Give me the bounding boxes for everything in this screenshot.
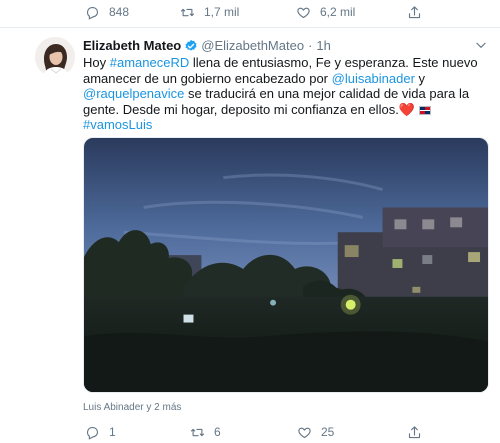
- tweet[interactable]: Elizabeth Mateo @ElizabethMateo · 1h Hoy…: [0, 28, 500, 440]
- hashtag-amanecerd[interactable]: #amaneceRD: [110, 55, 190, 70]
- dominican-flag-emoji: [418, 105, 431, 115]
- share-button[interactable]: [407, 421, 431, 443]
- like-count: 25: [321, 425, 335, 439]
- reply-button[interactable]: 1: [85, 421, 116, 443]
- retweet-icon: [191, 428, 204, 436]
- verified-badge-icon: [185, 39, 197, 51]
- dawn-cityscape-image: [84, 138, 488, 392]
- liked-by-text[interactable]: Luis Abinader y 2 más: [83, 402, 181, 413]
- tweet-action-bar: 1 6 25: [0, 420, 500, 442]
- previous-retweet-count: 1,7 mil: [204, 5, 240, 19]
- previous-reply-count: 848: [109, 5, 130, 19]
- like-icon: [297, 7, 310, 18]
- tweet-text: Hoy #amaneceRD llena de entusiasmo, Fe y…: [83, 55, 483, 133]
- previous-like-count: 6,2 mil: [320, 5, 356, 19]
- share-icon: [408, 425, 421, 438]
- like-icon: [298, 427, 311, 438]
- text-segment: y: [414, 70, 426, 86]
- hashtag-vamosluis[interactable]: #vamosLuis: [83, 117, 152, 132]
- text-segment: Hoy: [83, 55, 110, 70]
- previous-reply-button[interactable]: 848: [85, 1, 129, 23]
- tweet-header: Elizabeth Mateo @ElizabethMateo · 1h: [83, 38, 331, 53]
- avatar[interactable]: [35, 37, 75, 77]
- retweet-button[interactable]: 6: [190, 421, 221, 443]
- reply-icon: [86, 6, 99, 20]
- share-icon: [408, 5, 421, 18]
- reply-count: 1: [109, 425, 116, 439]
- timestamp[interactable]: 1h: [316, 38, 330, 53]
- display-name[interactable]: Elizabeth Mateo: [83, 38, 181, 53]
- chevron-down-icon[interactable]: [474, 38, 488, 52]
- retweet-count: 6: [214, 425, 221, 439]
- tweet-photo[interactable]: [83, 137, 489, 393]
- previous-share-button[interactable]: [407, 1, 431, 23]
- header-separator: ·: [308, 38, 313, 53]
- heart-emoji: ❤️: [398, 101, 415, 117]
- like-button[interactable]: 25: [297, 421, 334, 443]
- reply-icon: [86, 426, 99, 440]
- avatar-image: [35, 37, 75, 77]
- handle[interactable]: @ElizabethMateo: [201, 38, 304, 53]
- previous-like-button[interactable]: 6,2 mil: [296, 1, 355, 23]
- previous-retweet-button[interactable]: 1,7 mil: [180, 1, 239, 23]
- mention-luisabinader[interactable]: @luisabinader: [332, 71, 415, 86]
- retweet-icon: [181, 8, 194, 16]
- previous-tweet-action-bar: 848 1,7 mil 6,2 mil: [0, 0, 500, 28]
- mention-raquelpenavice[interactable]: @raquelpenavice: [83, 86, 184, 101]
